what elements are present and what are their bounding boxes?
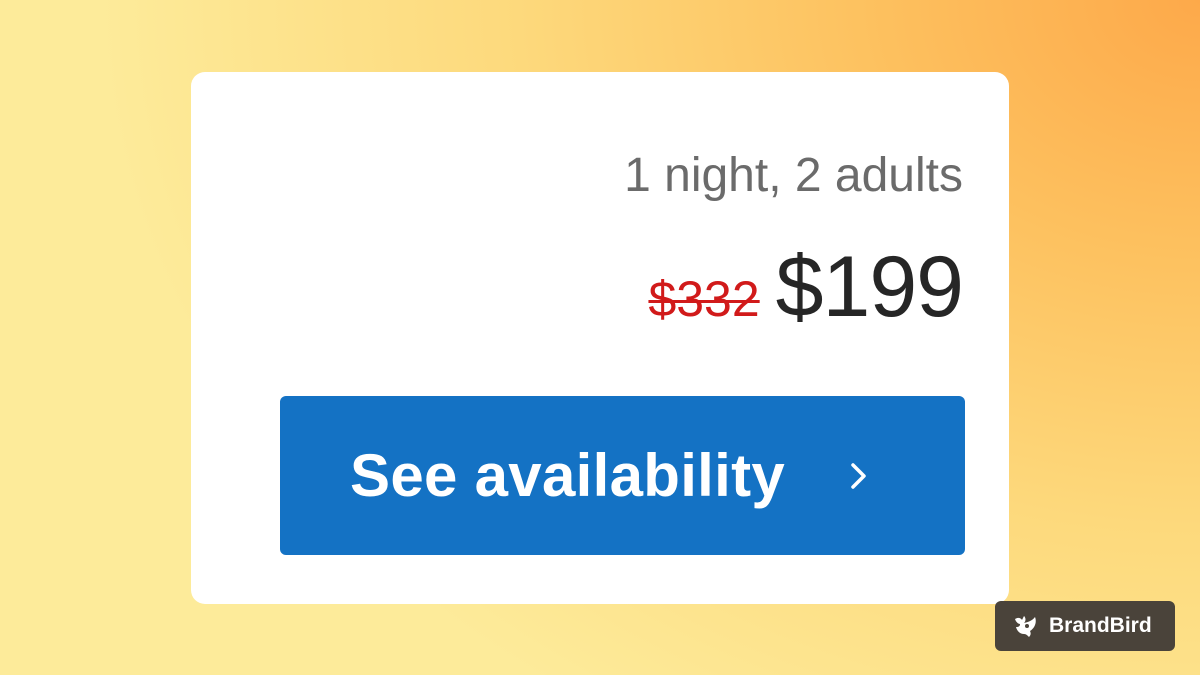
price-row: $332 $199 bbox=[648, 238, 964, 335]
chevron-right-icon bbox=[851, 463, 866, 489]
current-price: $199 bbox=[775, 239, 964, 335]
see-availability-button[interactable]: See availability bbox=[280, 396, 965, 555]
occupancy-summary: 1 night, 2 adults bbox=[624, 149, 963, 202]
brand-badge: BrandBird bbox=[995, 601, 1175, 651]
original-price: $332 bbox=[648, 271, 760, 327]
pricing-card: 1 night, 2 adults $332 $199 See availabi… bbox=[191, 72, 1009, 604]
see-availability-label: See availability bbox=[350, 442, 786, 509]
brand-name: BrandBird bbox=[1049, 614, 1152, 637]
brandbird-logo-icon bbox=[1015, 616, 1036, 637]
